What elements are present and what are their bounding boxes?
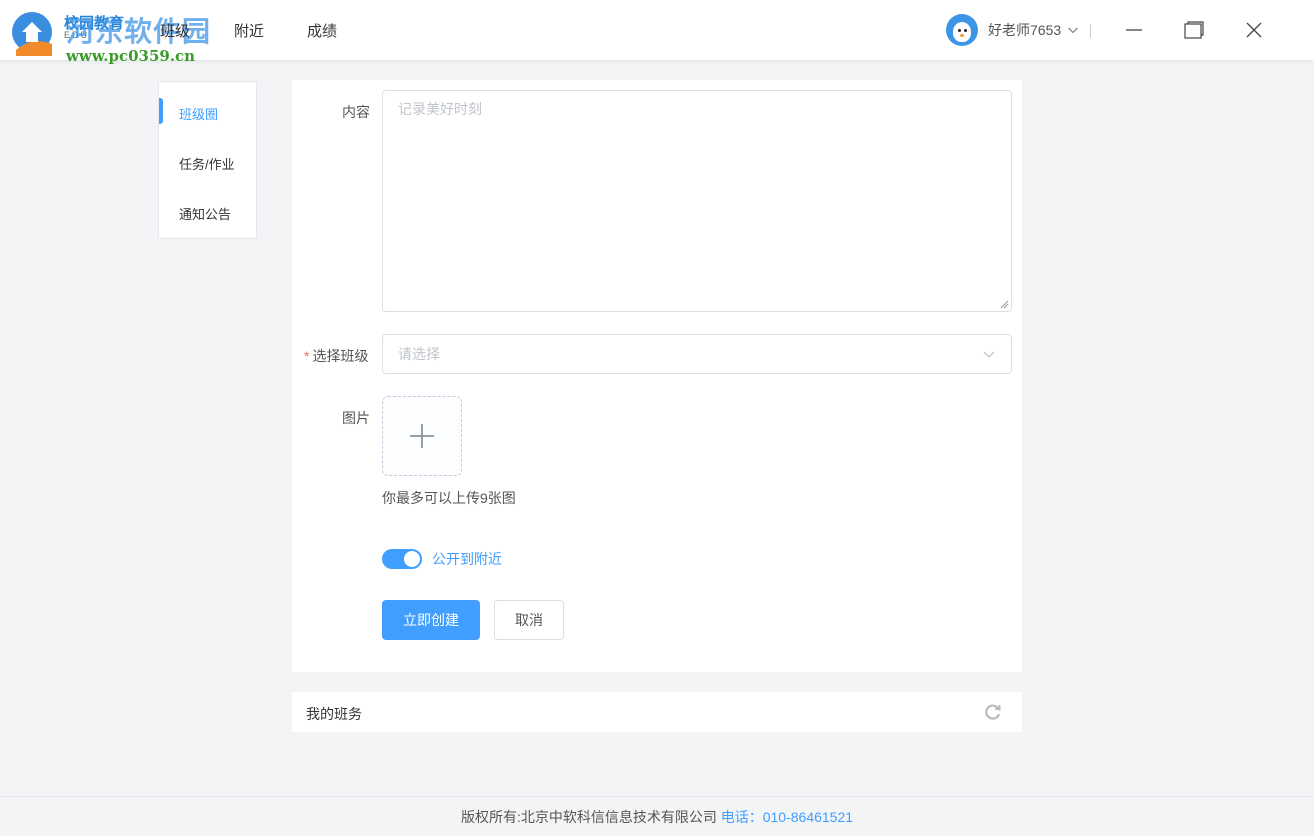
minimize-icon bbox=[1126, 29, 1142, 31]
class-select-label: * 选择班级 bbox=[304, 348, 369, 364]
content-textarea[interactable]: 记录美好时刻 bbox=[382, 90, 1012, 312]
nav-nearby[interactable]: 附近 bbox=[234, 20, 264, 41]
public-toggle[interactable] bbox=[382, 549, 422, 569]
chevron-down-icon bbox=[983, 351, 995, 358]
minimize-button[interactable] bbox=[1118, 14, 1150, 46]
logo-icon bbox=[12, 12, 52, 56]
required-mark: * bbox=[304, 348, 310, 364]
image-upload-button[interactable] bbox=[382, 396, 462, 476]
chevron-down-icon bbox=[1068, 27, 1079, 34]
maximize-button[interactable] bbox=[1178, 14, 1210, 46]
nav-scores[interactable]: 成绩 bbox=[307, 20, 337, 41]
class-select-placeholder: 请选择 bbox=[398, 346, 440, 362]
footer: 版权所有:北京中软科信信息技术有限公司 电话：010-86461521 bbox=[0, 796, 1314, 836]
sidebar-item-class-circle[interactable]: 班级圈 bbox=[179, 104, 218, 123]
my-class-panel: 我的班务 bbox=[292, 692, 1022, 732]
user-name: 好老师7653 bbox=[988, 22, 1062, 38]
resize-handle-icon[interactable] bbox=[999, 299, 1009, 309]
plus-icon bbox=[410, 424, 434, 448]
content-placeholder: 记录美好时刻 bbox=[398, 101, 482, 117]
maximize-icon bbox=[1184, 21, 1204, 39]
close-icon bbox=[1246, 22, 1262, 38]
create-button[interactable]: 立即创建 bbox=[382, 600, 480, 640]
public-toggle-row: 公开到附近 bbox=[382, 549, 502, 569]
cancel-button[interactable]: 取消 bbox=[494, 600, 564, 640]
my-class-title: 我的班务 bbox=[306, 706, 362, 722]
post-form: 内容 记录美好时刻 * 选择班级 请选择 图片 你最多可以上传9张图 公开到附近 … bbox=[292, 80, 1022, 672]
copyright-text: 版权所有:北京中软科信信息技术有限公司 bbox=[460, 809, 717, 825]
divider bbox=[1090, 24, 1091, 38]
top-bar: 校园教育 EDU 河东软件园 www.pc0359.cn 班级 附近 成绩 好老… bbox=[0, 0, 1314, 65]
content-label: 内容 bbox=[342, 104, 370, 120]
avatar bbox=[946, 14, 978, 46]
sidebar-item-tasks[interactable]: 任务/作业 bbox=[179, 154, 235, 173]
class-select[interactable]: 请选择 bbox=[382, 334, 1012, 374]
upload-tip: 你最多可以上传9张图 bbox=[382, 490, 516, 506]
refresh-icon[interactable] bbox=[984, 703, 1002, 721]
sidebar-item-notices[interactable]: 通知公告 bbox=[179, 204, 231, 223]
close-button[interactable] bbox=[1238, 14, 1270, 46]
image-label: 图片 bbox=[342, 410, 370, 426]
nav-class[interactable]: 班级 bbox=[160, 20, 190, 41]
side-menu: 班级圈 任务/作业 通知公告 bbox=[158, 81, 257, 239]
user-menu[interactable]: 好老师7653 bbox=[946, 14, 1079, 46]
phone-text: 电话：010-86461521 bbox=[720, 809, 854, 825]
watermark-url: www.pc0359.cn bbox=[66, 47, 196, 65]
active-indicator bbox=[159, 98, 163, 124]
public-toggle-label[interactable]: 公开到附近 bbox=[432, 549, 502, 569]
